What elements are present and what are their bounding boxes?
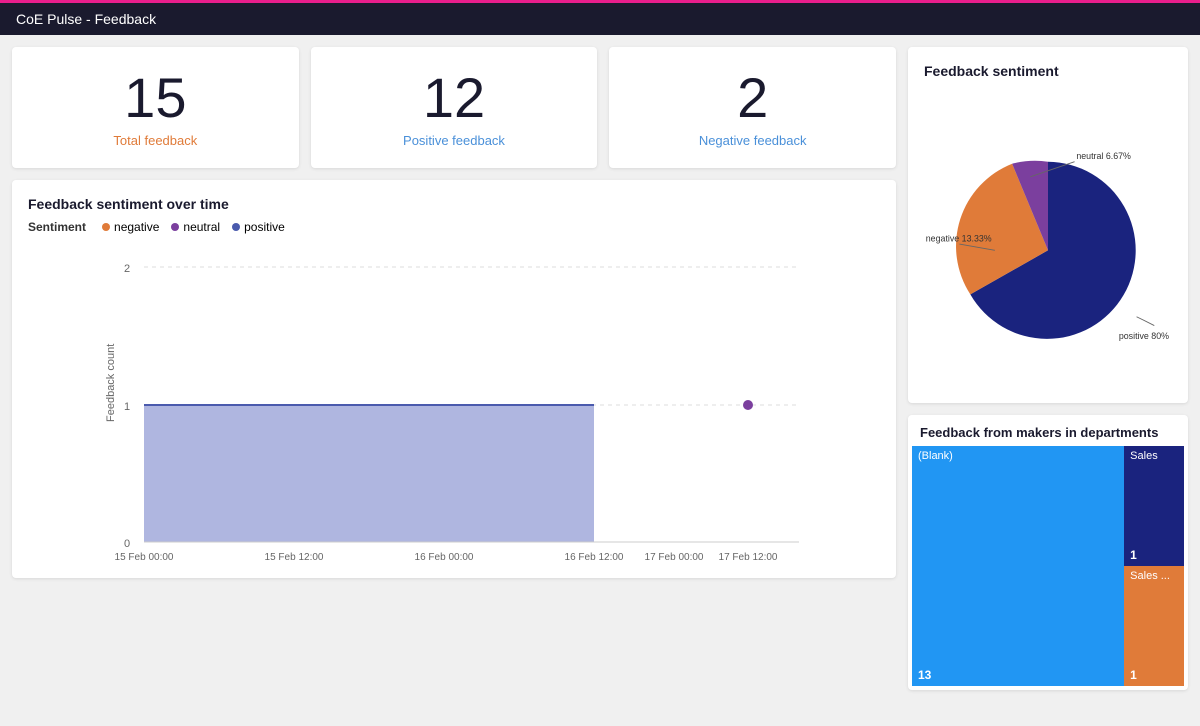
metric-card-positive: 12 Positive feedback bbox=[311, 47, 598, 168]
chart-legend: Sentiment negative neutral positive bbox=[28, 220, 880, 234]
metric-number-positive: 12 bbox=[331, 67, 578, 129]
chart-area: 2 1 0 Feedback count 15 bbox=[28, 242, 880, 562]
pie-chart-area: neutral 6.67% negative 13.33% positive 8… bbox=[924, 87, 1172, 387]
treemap-panel: Feedback from makers in departments (Bla… bbox=[908, 415, 1188, 690]
legend-text-positive: positive bbox=[244, 220, 285, 234]
legend-item-positive: positive bbox=[232, 220, 285, 234]
svg-text:1: 1 bbox=[124, 401, 130, 413]
svg-text:neutral 6.67%: neutral 6.67% bbox=[1076, 151, 1131, 161]
legend-dot-negative bbox=[102, 223, 110, 231]
treemap-label-sales: Sales bbox=[1130, 450, 1158, 462]
pie-chart-title: Feedback sentiment bbox=[924, 63, 1172, 79]
legend-dot-neutral bbox=[171, 223, 179, 231]
treemap-count-sales: 1 bbox=[1130, 548, 1137, 562]
svg-text:17 Feb 00:00: 17 Feb 00:00 bbox=[645, 552, 704, 562]
svg-text:16 Feb 00:00: 16 Feb 00:00 bbox=[415, 552, 474, 562]
metric-label-total: Total feedback bbox=[32, 133, 279, 148]
treemap-title: Feedback from makers in departments bbox=[908, 415, 1188, 446]
svg-text:0: 0 bbox=[124, 538, 130, 550]
svg-text:positive 80%: positive 80% bbox=[1119, 331, 1169, 341]
legend-label: Sentiment bbox=[28, 220, 86, 234]
svg-text:16 Feb 12:00: 16 Feb 12:00 bbox=[565, 552, 624, 562]
legend-text-negative: negative bbox=[114, 220, 159, 234]
chart-svg: 2 1 0 Feedback count 15 bbox=[28, 242, 880, 562]
legend-item-neutral: neutral bbox=[171, 220, 220, 234]
metric-number-negative: 2 bbox=[629, 67, 876, 129]
svg-text:Feedback count: Feedback count bbox=[105, 343, 117, 421]
treemap-area: (Blank) 13 Sales 1 Sales ... 1 bbox=[912, 446, 1184, 686]
treemap-count-sales2: 1 bbox=[1130, 668, 1137, 682]
pie-panel: Feedback sentiment bbox=[908, 47, 1188, 403]
legend-dot-positive bbox=[232, 223, 240, 231]
legend-text-neutral: neutral bbox=[183, 220, 220, 234]
treemap-count-blank: 13 bbox=[918, 668, 931, 682]
metric-card-total: 15 Total feedback bbox=[12, 47, 299, 168]
treemap-block-blank: (Blank) 13 bbox=[912, 446, 1124, 686]
app-title: CoE Pulse - Feedback bbox=[16, 11, 156, 27]
pie-svg: neutral 6.67% negative 13.33% positive 8… bbox=[924, 87, 1172, 387]
legend-item-negative: negative bbox=[102, 220, 159, 234]
metric-number-total: 15 bbox=[32, 67, 279, 129]
svg-text:15 Feb 12:00: 15 Feb 12:00 bbox=[265, 552, 324, 562]
right-column: Feedback sentiment bbox=[908, 47, 1188, 690]
svg-text:15 Feb 00:00: 15 Feb 00:00 bbox=[115, 552, 174, 562]
treemap-block-sales2: Sales ... 1 bbox=[1124, 566, 1184, 686]
dashboard: 15 Total feedback 12 Positive feedback 2… bbox=[0, 35, 1200, 726]
svg-text:17 Feb 12:00: 17 Feb 12:00 bbox=[719, 552, 778, 562]
sentiment-chart-panel: Feedback sentiment over time Sentiment n… bbox=[12, 180, 896, 578]
svg-text:negative 13.33%: negative 13.33% bbox=[926, 233, 992, 243]
metric-label-negative: Negative feedback bbox=[629, 133, 876, 148]
treemap-block-sales: Sales 1 bbox=[1124, 446, 1184, 566]
metric-card-negative: 2 Negative feedback bbox=[609, 47, 896, 168]
treemap-label-sales2: Sales ... bbox=[1130, 570, 1170, 582]
svg-text:2: 2 bbox=[124, 263, 130, 275]
metric-label-positive: Positive feedback bbox=[331, 133, 578, 148]
top-bar: CoE Pulse - Feedback bbox=[0, 0, 1200, 35]
left-column: 15 Total feedback 12 Positive feedback 2… bbox=[12, 47, 896, 690]
treemap-label-blank: (Blank) bbox=[918, 450, 953, 462]
sentiment-chart-title: Feedback sentiment over time bbox=[28, 196, 880, 212]
metrics-row: 15 Total feedback 12 Positive feedback 2… bbox=[12, 47, 896, 168]
